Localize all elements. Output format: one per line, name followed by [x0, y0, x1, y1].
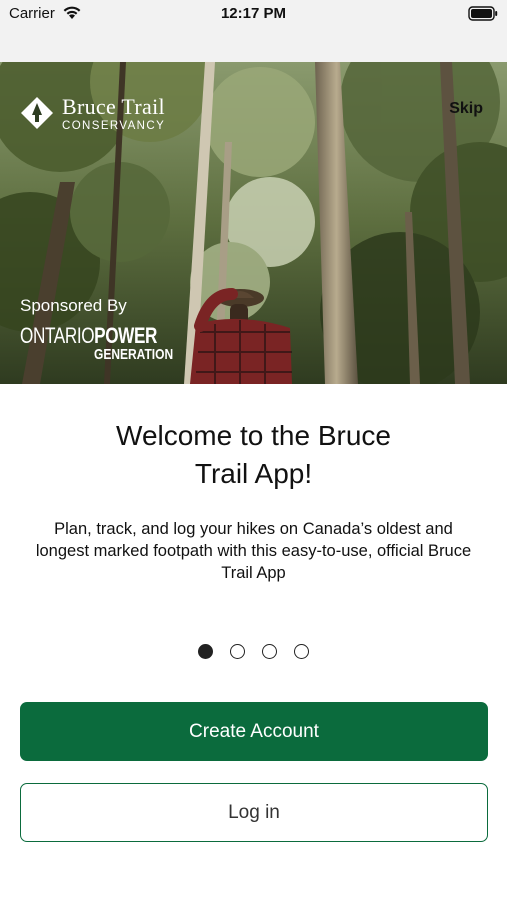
page-dot-1[interactable]: [198, 644, 213, 659]
battery-full-icon: [468, 6, 498, 26]
hero-banner: Bruce Trail CONSERVANCY Skip Sponsored B…: [0, 62, 507, 384]
sponsor-label: Sponsored By: [20, 296, 127, 315]
brand-subtitle: CONSERVANCY: [62, 120, 166, 132]
page-dot-3[interactable]: [262, 644, 277, 659]
sponsor-logo-ontario: ONTARIO: [20, 323, 95, 348]
create-account-button[interactable]: Create Account: [20, 702, 488, 761]
welcome-title-line-1: Welcome to the Bruce: [116, 420, 391, 451]
welcome-title: Welcome to the Bruce Trail App!: [60, 417, 447, 493]
welcome-description: Plan, track, and log your hikes on Canad…: [35, 520, 472, 582]
bruce-trail-logo-icon: [21, 97, 53, 129]
brand-lockup: Bruce Trail CONSERVANCY: [20, 96, 165, 132]
page-dot-2[interactable]: [230, 644, 245, 659]
status-bar: Carrier 12:17 PM: [0, 0, 507, 62]
page-dot-4[interactable]: [294, 644, 309, 659]
skip-button[interactable]: Skip: [449, 100, 483, 118]
sponsor-logo-generation: GENERATION: [94, 346, 174, 363]
clock: 12:17 PM: [220, 5, 287, 22]
sponsor-logo: ONTARIOPOWER GENERATION: [20, 325, 196, 363]
login-button[interactable]: Log in: [20, 783, 488, 842]
brand-name: Bruce Trail: [62, 94, 165, 119]
welcome-title-line-2: Trail App!: [194, 458, 313, 489]
sponsor-logo-power: POWER: [94, 323, 158, 348]
page-indicator: [0, 644, 507, 659]
